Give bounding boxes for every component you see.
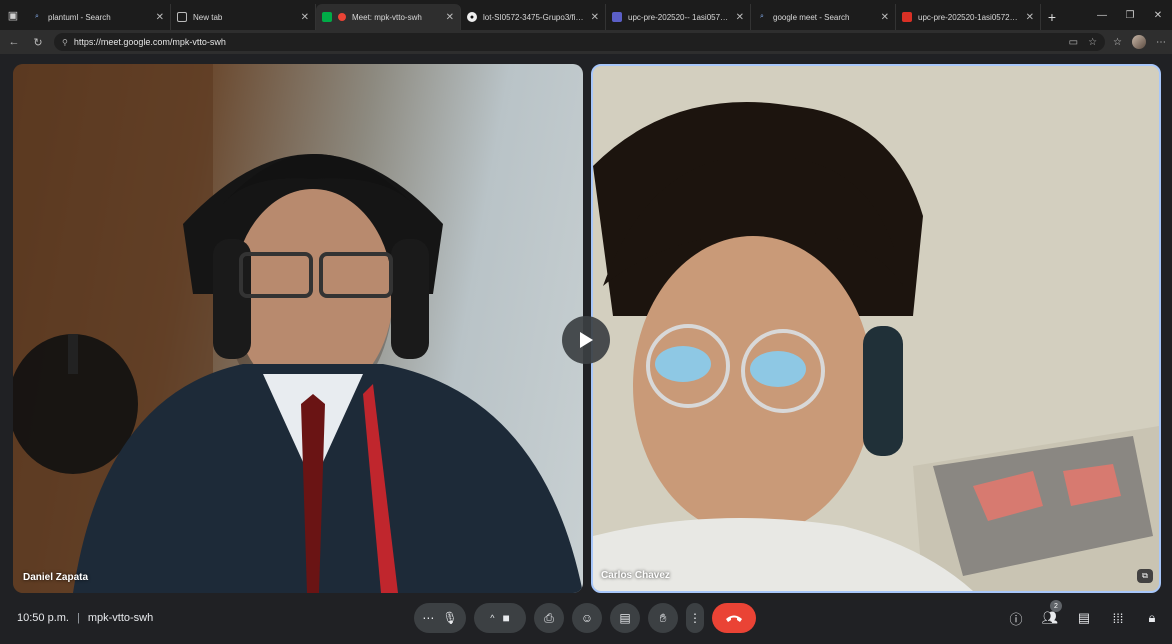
back-icon[interactable]: ← — [6, 36, 22, 48]
more-vert-icon: ⋮ — [689, 611, 701, 625]
browser-tab[interactable]: ⌕ plantuml - Search ✕ — [26, 4, 171, 30]
new-tab-button[interactable]: + — [1041, 4, 1063, 30]
meeting-code: mpk-vtto-swh — [87, 612, 154, 624]
meet-stage: Daniel Zapata Carlos Chavez ⧉ — [0, 54, 1172, 600]
participant-tile-active-speaker[interactable]: Carlos Chavez ⧉ — [591, 64, 1161, 593]
captions-button[interactable]: ▤ — [610, 603, 640, 633]
camera-in-use-icon[interactable]: ▭ — [1069, 37, 1078, 48]
captions-icon: ▤ — [619, 611, 631, 625]
raise-hand-icon: ✋︎ — [659, 610, 667, 625]
side-controls: ⓘ 👥︎ 2 ▤ ⁞⁞⁞ 🔒︎ — [1006, 600, 1162, 628]
meet-control-bar: 10:50 p.m. | mpk-vtto-swh ⋯ 🎙︎ ^ ■ ⎙ ☺ ▤… — [0, 600, 1172, 644]
meeting-time: 10:50 p.m. — [17, 612, 69, 624]
apps-grid-icon: ⁞⁞⁞ — [1112, 610, 1124, 626]
people-button[interactable]: 👥︎ 2 — [1040, 600, 1062, 628]
search-icon: ⌕ — [760, 13, 764, 20]
mic-control[interactable]: ⋯ 🎙︎ — [414, 603, 466, 633]
url-text: https://meet.google.com/mpk-vtto-swh — [73, 37, 226, 47]
browser-tab[interactable]: upc-pre-202520-1asi0572-final_c ✕ — [896, 4, 1041, 30]
picture-in-picture-icon[interactable]: ⧉ — [1137, 569, 1153, 583]
info-icon: ⓘ — [1009, 611, 1023, 627]
github-icon: ● — [467, 12, 477, 22]
browser-tab[interactable]: New tab ✕ — [171, 4, 316, 30]
minimize-icon[interactable]: — — [1088, 0, 1116, 30]
participant-name: Daniel Zapata — [23, 572, 89, 583]
browser-tab[interactable]: ● lot-SI0572-3475-Grupo3/final-p ✕ — [461, 4, 606, 30]
chat-icon: ▤ — [1077, 610, 1091, 625]
bookmark-star-icon[interactable]: ☆ — [1088, 37, 1097, 48]
chat-button[interactable]: ▤ — [1074, 608, 1094, 628]
site-info-icon[interactable]: ⚲ — [62, 38, 68, 47]
camera-icon[interactable]: ■ — [502, 611, 509, 625]
play-overlay-button[interactable] — [562, 316, 610, 364]
camera-control[interactable]: ^ ■ — [474, 603, 526, 633]
browser-tab[interactable]: upc-pre-202520-- 1asi0572-7281 ✕ — [606, 4, 751, 30]
close-tab-icon[interactable]: ✕ — [446, 12, 454, 23]
chat-icon — [612, 12, 622, 22]
people-icon: 👥︎ — [1041, 610, 1059, 625]
activities-button[interactable]: ⁞⁞⁞ — [1108, 608, 1128, 628]
recording-icon — [338, 13, 346, 21]
restore-icon[interactable]: ❐ — [1116, 0, 1144, 30]
chevron-up-icon[interactable]: ^ — [490, 613, 494, 623]
meet-icon — [322, 12, 332, 22]
participant-tile[interactable]: Daniel Zapata — [13, 64, 583, 593]
emoji-icon: ☺ — [580, 611, 594, 625]
more-options-button[interactable]: ⋮ — [686, 603, 704, 633]
call-controls: ⋯ 🎙︎ ^ ■ ⎙ ☺ ▤ ✋︎ ⋮ — [414, 603, 756, 633]
reload-icon[interactable]: ↻ — [30, 36, 46, 49]
reactions-button[interactable]: ☺ — [572, 603, 602, 633]
more-menu-icon[interactable]: ⋯ — [1156, 37, 1166, 48]
close-window-icon[interactable]: ✕ — [1144, 0, 1172, 30]
lock-person-icon: 🔒︎ — [1148, 610, 1156, 625]
close-tab-icon[interactable]: ✕ — [301, 12, 309, 23]
play-icon — [580, 332, 593, 348]
close-tab-icon[interactable]: ✕ — [881, 12, 889, 23]
microphone-icon[interactable]: 🎙︎ — [442, 611, 457, 625]
address-bar: ← ↻ ⚲ https://meet.google.com/mpk-vtto-s… — [0, 30, 1172, 54]
close-tab-icon[interactable]: ✕ — [591, 12, 599, 23]
end-call-icon — [726, 615, 742, 622]
window-controls: — ❐ ✕ — [1088, 0, 1172, 30]
browser-tab-active[interactable]: Meet: mpk-vtto-swh ✕ — [316, 4, 461, 30]
participant-video — [13, 64, 583, 593]
profile-avatar[interactable] — [1132, 35, 1146, 49]
browser-tab-bar: ▣ ⌕ plantuml - Search ✕ New tab ✕ Meet: … — [0, 0, 1172, 30]
present-screen-button[interactable]: ⎙ — [534, 603, 564, 633]
pdf-icon — [902, 12, 912, 22]
more-audio-options-icon[interactable]: ⋯ — [422, 611, 434, 625]
close-tab-icon[interactable]: ✕ — [736, 12, 744, 23]
close-tab-icon[interactable]: ✕ — [1026, 12, 1034, 23]
leave-call-button[interactable] — [712, 603, 756, 633]
meeting-details-button[interactable]: ⓘ — [1006, 608, 1026, 628]
raise-hand-button[interactable]: ✋︎ — [648, 603, 678, 633]
tab-actions-icon[interactable]: ▣ — [0, 0, 26, 30]
divider: | — [76, 612, 80, 624]
search-icon: ⌕ — [35, 13, 39, 20]
browser-tab[interactable]: ⌕ google meet - Search ✕ — [751, 4, 896, 30]
newtab-icon — [177, 12, 187, 22]
present-screen-icon: ⎙ — [544, 610, 554, 625]
favorites-icon[interactable]: ☆ — [1113, 37, 1122, 48]
url-field[interactable]: ⚲ https://meet.google.com/mpk-vtto-swh ▭… — [54, 33, 1106, 51]
participant-video — [593, 66, 1159, 591]
participant-count-badge: 2 — [1050, 600, 1062, 612]
close-tab-icon[interactable]: ✕ — [156, 12, 164, 23]
meeting-info: 10:50 p.m. | mpk-vtto-swh — [17, 612, 153, 624]
participant-name: Carlos Chavez — [601, 570, 670, 581]
host-controls-button[interactable]: 🔒︎ — [1142, 608, 1162, 628]
